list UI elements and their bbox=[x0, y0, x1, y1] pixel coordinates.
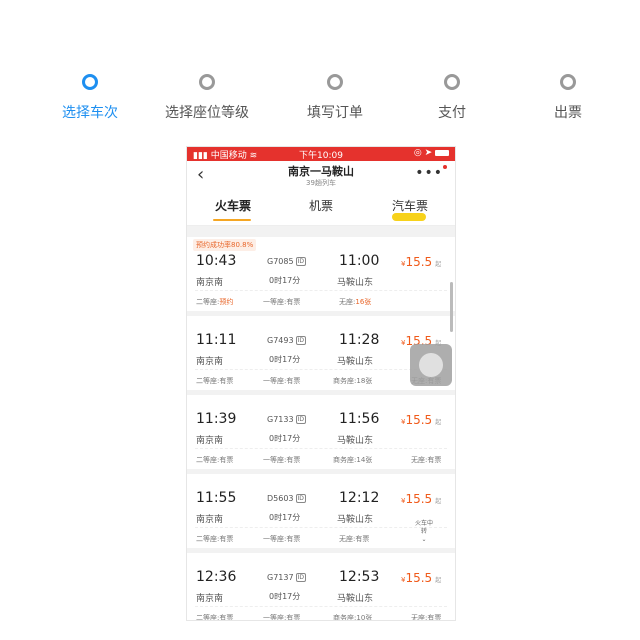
divider bbox=[195, 606, 447, 607]
id-card-icon: ID bbox=[295, 573, 306, 582]
step-dot-icon bbox=[444, 74, 460, 90]
floating-assistive-button[interactable] bbox=[410, 344, 452, 386]
step-label: 选择座位等级 bbox=[165, 105, 249, 121]
arrival-station: 马鞍山东 bbox=[337, 515, 374, 525]
arrival-station: 马鞍山东 bbox=[337, 594, 374, 604]
status-bar: ▮▮▮ 中国移动 ≋ 下午10:09 ◎ ➤ bbox=[187, 147, 455, 161]
seat-availability: 二等座:预约 bbox=[196, 298, 234, 306]
seat-availability: 无座:有票 bbox=[411, 456, 442, 464]
departure-time: 11:39 bbox=[196, 411, 237, 427]
step-3: 填写订单 bbox=[275, 74, 395, 122]
seat-availability: 商务座:10张 bbox=[333, 614, 373, 620]
seat-availability: 二等座:有票 bbox=[196, 535, 234, 543]
step-label: 出票 bbox=[554, 105, 582, 121]
seat-availability: 无座:有票 bbox=[339, 535, 370, 543]
step-2: 选择座位等级 bbox=[147, 74, 267, 122]
arrival-time: 12:12 bbox=[339, 490, 380, 506]
departure-station: 南京南 bbox=[196, 594, 224, 604]
seat-availability: 一等座:有票 bbox=[263, 456, 301, 464]
step-dot-icon bbox=[82, 74, 98, 90]
step-dot-icon bbox=[560, 74, 576, 90]
id-card-icon: ID bbox=[295, 415, 306, 424]
step-1: 选择车次 bbox=[30, 74, 150, 122]
active-tab-indicator bbox=[213, 219, 251, 221]
battery-icon bbox=[435, 149, 449, 156]
arrival-time: 11:56 bbox=[339, 411, 380, 427]
duration: 0时17分 bbox=[269, 513, 301, 522]
arrival-station: 马鞍山东 bbox=[337, 357, 374, 367]
seat-availability: 一等座:有票 bbox=[263, 614, 301, 620]
divider bbox=[195, 290, 447, 291]
departure-station: 南京南 bbox=[196, 357, 224, 367]
more-button[interactable]: ••• bbox=[415, 165, 443, 181]
departure-time: 11:55 bbox=[196, 490, 237, 506]
train-card[interactable]: 预约成功率80.8% 10:43 G7085 ID 11:00 ¥15.5 起南京南 0时17… bbox=[187, 237, 455, 311]
step-4: 支付 bbox=[392, 74, 512, 122]
step-label: 选择车次 bbox=[62, 105, 118, 121]
seat-availability: 一等座:有票 bbox=[263, 298, 301, 306]
duration: 0时17分 bbox=[269, 276, 301, 285]
departure-station: 南京南 bbox=[196, 436, 224, 446]
train-card[interactable]: 11:55 D5603 ID 12:12 ¥15.5 起南京南 0时17分 马鞍山东二等座:有… bbox=[187, 474, 455, 548]
train-transfer-button[interactable]: 火车中转 ⌄ bbox=[413, 520, 435, 544]
seat-availability: 一等座:有票 bbox=[263, 377, 301, 385]
departure-time: 10:43 bbox=[196, 253, 237, 269]
price: ¥15.5起 bbox=[401, 413, 442, 427]
step-label: 支付 bbox=[438, 105, 466, 121]
booking-rate-tag: 预约成功率80.8% bbox=[193, 239, 257, 251]
price: ¥15.5起 bbox=[401, 492, 442, 506]
train-number: G7133 ID bbox=[267, 415, 306, 424]
step-5: 出票 bbox=[508, 74, 628, 122]
duration: 0时17分 bbox=[269, 592, 301, 601]
tab-train[interactable]: 火车票 bbox=[215, 197, 251, 214]
seat-availability: 无座:有票 bbox=[411, 614, 442, 620]
seat-availability: 二等座:有票 bbox=[196, 456, 234, 464]
seat-availability: 一等座:有票 bbox=[263, 535, 301, 543]
seat-availability: 商务座:18张 bbox=[333, 377, 373, 385]
phone-screen: ▮▮▮ 中国移动 ≋ 下午10:09 ◎ ➤ ‹ 南京一马鞍山 39趟列车 ••… bbox=[187, 147, 455, 620]
id-card-icon: ID bbox=[295, 257, 306, 266]
train-number: G7137 ID bbox=[267, 573, 306, 582]
id-card-icon: ID bbox=[295, 494, 306, 503]
divider bbox=[195, 448, 447, 449]
nav-bar: ‹ 南京一马鞍山 39趟列车 ••• bbox=[187, 161, 455, 189]
scrollbar[interactable] bbox=[450, 282, 453, 332]
train-number: G7493 ID bbox=[267, 336, 306, 345]
step-dot-icon bbox=[327, 74, 343, 90]
divider bbox=[195, 527, 447, 528]
train-number: D5603 ID bbox=[267, 494, 306, 503]
tab-flight[interactable]: 机票 bbox=[309, 197, 333, 214]
arrival-time: 11:28 bbox=[339, 332, 380, 348]
price: ¥15.5起 bbox=[401, 571, 442, 585]
seat-availability: 二等座:有票 bbox=[196, 377, 234, 385]
notification-dot bbox=[443, 165, 447, 169]
status-icons: ◎ ➤ bbox=[414, 148, 449, 158]
departure-time: 12:36 bbox=[196, 569, 237, 585]
arrival-time: 12:53 bbox=[339, 569, 380, 585]
duration: 0时17分 bbox=[269, 434, 301, 443]
price: ¥15.5起 bbox=[401, 255, 442, 269]
arrival-time: 11:00 bbox=[339, 253, 380, 269]
duration: 0时17分 bbox=[269, 355, 301, 364]
arrival-station: 马鞍山东 bbox=[337, 436, 374, 446]
seat-availability: 二等座:有票 bbox=[196, 614, 234, 620]
tab-bus[interactable]: 汽车票 bbox=[392, 197, 428, 214]
departure-station: 南京南 bbox=[196, 278, 224, 288]
train-card[interactable]: 11:39 G7133 ID 11:56 ¥15.5 起南京南 0时17分 马鞍山东二等座:有… bbox=[187, 395, 455, 469]
progress-steps: 选择车次 选择座位等级 填写订单 支付 出票 bbox=[0, 0, 640, 140]
seat-availability: 商务座:14张 bbox=[333, 456, 373, 464]
train-card[interactable]: 12:36 G7137 ID 12:53 ¥15.5 起南京南 0时17分 马鞍山东二等座:有… bbox=[187, 553, 455, 620]
seat-availability: 无座:16张 bbox=[339, 298, 372, 306]
id-card-icon: ID bbox=[295, 336, 306, 345]
step-label: 填写订单 bbox=[307, 105, 363, 121]
arrival-station: 马鞍山东 bbox=[337, 278, 374, 288]
train-number: G7085 ID bbox=[267, 257, 306, 266]
assistive-touch-icon bbox=[419, 353, 443, 377]
departure-station: 南京南 bbox=[196, 515, 224, 525]
bus-badge bbox=[392, 213, 426, 221]
transport-tabs: 火车票 机票 汽车票 bbox=[187, 189, 455, 226]
departure-time: 11:11 bbox=[196, 332, 237, 348]
step-dot-icon bbox=[199, 74, 215, 90]
